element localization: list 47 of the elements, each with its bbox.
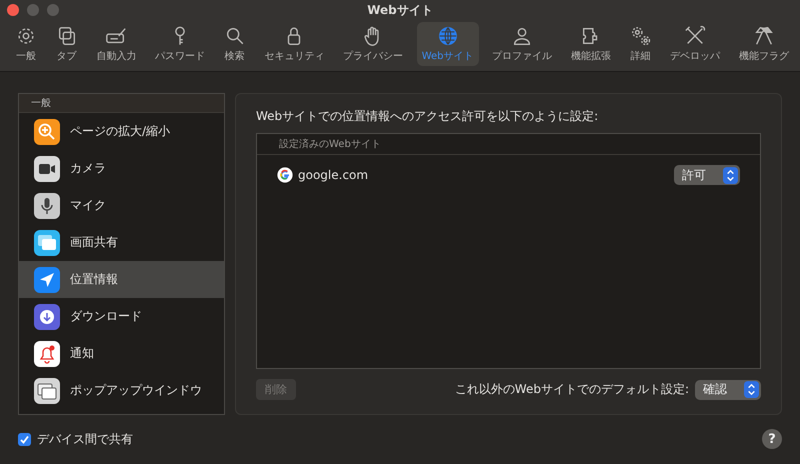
sidebar-item[interactable]: ポップアップウインドウ: [19, 372, 224, 409]
toolbar-tab[interactable]: 機能フラグ: [734, 22, 794, 66]
toolbar-tab[interactable]: 検索: [218, 22, 251, 66]
sidebar-item[interactable]: 位置情報: [19, 261, 224, 298]
windows-icon: [34, 378, 60, 404]
sidebar-item[interactable]: 通知: [19, 335, 224, 372]
chevrons-icon: [723, 166, 738, 184]
permission-popup[interactable]: 許可: [674, 165, 740, 185]
bell-icon: [34, 340, 60, 366]
toolbar-tab[interactable]: デベロッパ: [665, 22, 726, 66]
help-button[interactable]: ?: [762, 429, 782, 449]
screens-icon: [34, 230, 60, 256]
toolbar-tab[interactable]: パスワード: [150, 22, 210, 66]
toolbar-tab[interactable]: タブ: [50, 22, 83, 66]
download-icon: [34, 304, 60, 330]
toolbar-tab[interactable]: プロファイル: [487, 22, 558, 66]
popup-value: 確認: [703, 381, 727, 398]
sidebar-item[interactable]: カメラ: [19, 150, 224, 187]
toolbar-tab[interactable]: プライバシー: [338, 22, 408, 66]
close-button[interactable]: [7, 4, 19, 16]
toolbar-tab[interactable]: 一般: [10, 22, 42, 66]
toolbar-tab[interactable]: セキュリティ: [259, 22, 330, 66]
popup-value: 許可: [682, 166, 706, 184]
column-header: 設定済みのWebサイト: [257, 134, 760, 155]
toolbar-tab[interactable]: 自動入力: [91, 22, 142, 66]
sidebar-header: 一般: [19, 94, 224, 113]
video-camera-icon: [34, 156, 60, 182]
toolbar-tab[interactable]: 機能拡張: [566, 22, 616, 66]
sidebar-item[interactable]: ページの拡大/縮小: [19, 113, 224, 150]
default-popup[interactable]: 確認: [695, 380, 761, 400]
gears-icon: [630, 25, 652, 47]
sidebar-item[interactable]: ダウンロード: [19, 298, 224, 335]
flags-icon: [752, 25, 775, 47]
site-name: google.com: [298, 168, 368, 182]
panel-heading: Webサイトでの位置情報へのアクセス許可を以下のように設定:: [256, 108, 600, 125]
checkbox-label: デバイス間で共有: [37, 430, 133, 448]
g-logo-icon: [277, 167, 293, 183]
sidebar-item[interactable]: マイク: [19, 187, 224, 224]
toolbar-tab[interactable]: 詳細: [624, 22, 657, 66]
window-title: Webサイト: [367, 2, 433, 18]
microphone-icon: [34, 192, 60, 218]
checkbox[interactable]: [18, 432, 31, 446]
magnifier-icon: [34, 118, 60, 144]
chevrons-icon: [744, 381, 759, 398]
globe-icon: [436, 25, 459, 47]
default-label: これ以外のWebサイトでのデフォルト設定:: [454, 381, 689, 398]
sidebar-item[interactable]: 画面共有: [19, 224, 224, 261]
